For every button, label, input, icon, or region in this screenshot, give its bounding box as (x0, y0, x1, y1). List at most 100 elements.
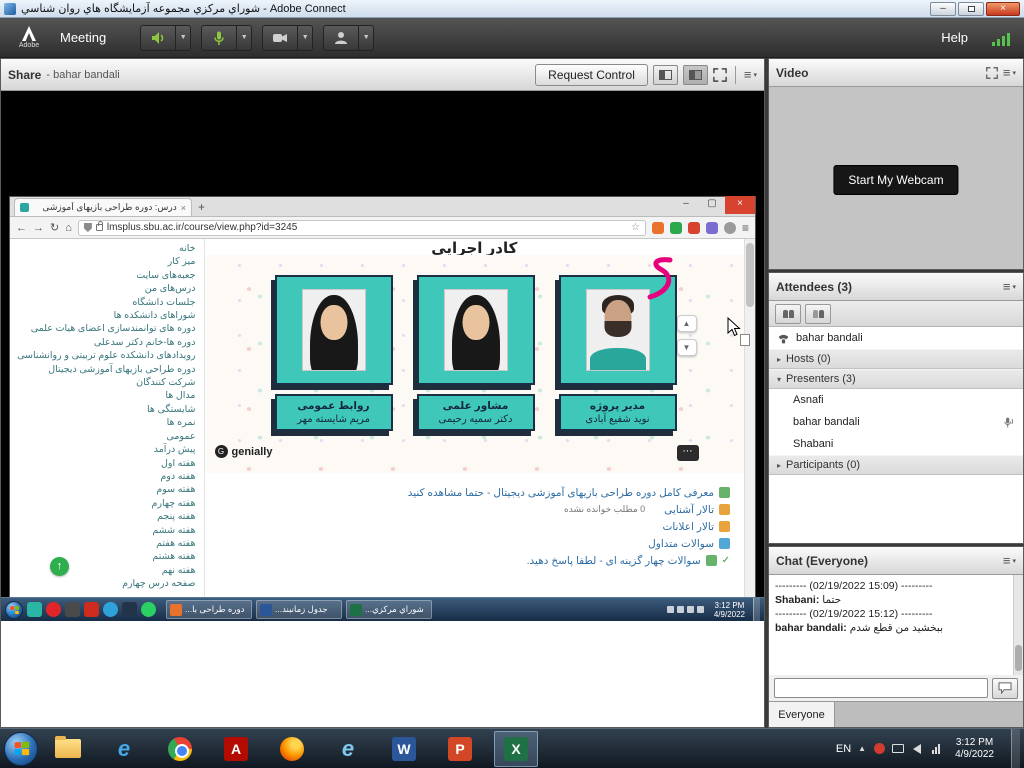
sidebar-link[interactable]: مدال ها (14, 389, 196, 402)
view-original-size-button[interactable] (653, 65, 678, 85)
show-desktop-button[interactable] (1011, 729, 1020, 768)
attendee-view-button[interactable] (775, 304, 801, 324)
taskbar-clock[interactable]: 3:12 PM 4/9/2022 (949, 737, 1000, 761)
sidebar-link[interactable]: هفته هشتم (14, 550, 196, 563)
sidebar-link[interactable]: درس‌های من (14, 282, 196, 295)
activity-link[interactable]: سوالات متداول (648, 538, 714, 550)
browser-tab[interactable]: درس: دوره طراحی بازیهای آموزشی × (14, 198, 192, 216)
pinned-app-icon[interactable] (122, 602, 137, 617)
sidebar-link[interactable]: جلسات دانشگاه (14, 296, 196, 309)
extension-icon[interactable] (652, 222, 664, 234)
browser-close-button[interactable]: × (725, 196, 755, 214)
sidebar-link[interactable]: هفته دوم (14, 470, 196, 483)
telegram-icon[interactable] (103, 602, 118, 617)
browser-taskbar-item[interactable]: e (326, 731, 370, 767)
back-icon[interactable]: ← (16, 222, 27, 234)
fullscreen-button[interactable] (713, 68, 727, 82)
activity-row[interactable]: تالار اعلانات (205, 518, 731, 535)
shared-taskbar-clock[interactable]: 3:12 PM 4/9/2022 (710, 601, 749, 619)
url-text[interactable]: lmsplus.sbu.ac.ir/course/view.php?id=324… (107, 222, 627, 233)
connection-signal-icon[interactable] (992, 30, 1010, 46)
sidebar-link[interactable]: هفته نهم (14, 564, 196, 577)
start-button[interactable] (4, 732, 38, 766)
breakout-view-button[interactable] (805, 304, 831, 324)
chat-pod-options-button[interactable]: ≡▾ (1003, 556, 1016, 566)
video-pod-options-button[interactable]: ≡▾ (1003, 68, 1016, 78)
profile-icon[interactable] (724, 222, 736, 234)
keyboard-icon[interactable] (892, 743, 904, 755)
browser-minimize-button[interactable]: – (673, 196, 699, 214)
back-to-top-button[interactable]: ↑ (50, 557, 69, 576)
sidebar-link[interactable]: هفته ششم (14, 524, 196, 537)
status-dropdown[interactable]: ▼ (359, 25, 374, 51)
microphone-button[interactable] (201, 25, 237, 51)
acrobat-taskbar-item[interactable]: A (214, 731, 258, 767)
hosts-group-row[interactable]: ▸ Hosts (0) (769, 349, 1023, 369)
video-fullscreen-button[interactable] (986, 67, 998, 79)
sidebar-link[interactable]: شوراهای دانشکده ها (14, 309, 196, 322)
sidebar-link[interactable]: هفته چهارم (14, 497, 196, 510)
sidebar-link[interactable]: نمره ها (14, 416, 196, 429)
browser-maximize-button[interactable]: ▢ (699, 196, 725, 214)
dial-in-attendee-row[interactable]: bahar bandali (769, 327, 1023, 349)
sidebar-link[interactable]: خانه (14, 242, 196, 255)
speaker-button[interactable] (140, 25, 176, 51)
extension-icon[interactable] (670, 222, 682, 234)
taskbar-window-button[interactable]: دوره طراحی با... (166, 600, 252, 619)
powerpoint-taskbar-item[interactable]: P (438, 731, 482, 767)
sidebar-link[interactable]: شایستگی ها (14, 403, 196, 416)
sidebar-link[interactable]: هفته اول (14, 457, 196, 470)
address-bar[interactable]: lmsplus.sbu.ac.ir/course/view.php?id=324… (78, 220, 646, 236)
sidebar-link[interactable]: میز کار (14, 255, 196, 268)
presenter-row[interactable]: Asnafi (769, 389, 1023, 411)
restore-button[interactable] (958, 2, 984, 16)
sidebar-link[interactable]: رویدادهای دانشکده علوم تربیتی و روانشناس… (14, 349, 196, 362)
activity-row[interactable]: تالار آشنایی 0 مطلب خوانده نشده (205, 501, 731, 518)
start-webcam-button[interactable]: Start My Webcam (833, 165, 958, 195)
sidebar-link[interactable]: عمومی (14, 430, 196, 443)
participants-group-row[interactable]: ▸ Participants (0) (769, 455, 1023, 475)
speaker-dropdown[interactable]: ▼ (176, 25, 191, 51)
tracking-shield-icon[interactable] (84, 223, 92, 232)
new-tab-button[interactable]: + (198, 200, 205, 214)
chat-scrollbar-thumb[interactable] (1015, 645, 1022, 671)
sidebar-link[interactable]: پیش درآمد (14, 443, 196, 456)
sidebar-link[interactable]: شرکت کنندگان (14, 376, 196, 389)
activity-row[interactable]: معرفی کامل دوره طراحی بازیهای آموزشی دیج… (205, 484, 731, 501)
adobe-reader-icon[interactable] (84, 602, 99, 617)
chat-send-button[interactable] (992, 678, 1018, 699)
sidebar-link[interactable]: دوره طراحی بازیهای آموزشی دیجیتال (14, 363, 196, 376)
share-pod-options-button[interactable]: ≡▾ (744, 70, 757, 80)
attendees-pod-options-button[interactable]: ≡▾ (1003, 282, 1016, 292)
network-icon[interactable] (930, 743, 942, 755)
presenter-row[interactable]: Shabani (769, 433, 1023, 455)
genially-more-button[interactable]: ⋯ (677, 445, 699, 461)
forward-icon[interactable]: → (33, 222, 44, 234)
close-button[interactable]: × (986, 2, 1020, 16)
microphone-dropdown[interactable]: ▼ (237, 25, 252, 51)
genially-logo[interactable]: G genially (215, 445, 273, 458)
home-icon[interactable]: ⌂ (65, 222, 72, 234)
sidebar-link[interactable]: هفته سوم (14, 483, 196, 496)
everyone-tab[interactable]: Everyone (769, 702, 835, 727)
extension-icon[interactable] (706, 222, 718, 234)
taskbar-window-button[interactable]: شوراي مركزي... (346, 600, 432, 619)
chrome-taskbar-item[interactable] (158, 731, 202, 767)
meeting-menu[interactable]: Meeting (60, 30, 106, 45)
hidden-icons-button[interactable]: ▲ (858, 744, 866, 753)
chat-input[interactable] (774, 678, 988, 698)
whatsapp-icon[interactable] (141, 602, 156, 617)
tab-close-icon[interactable]: × (181, 203, 186, 213)
firefox-taskbar-item[interactable] (270, 731, 314, 767)
webcam-dropdown[interactable]: ▼ (298, 25, 313, 51)
taskbar-window-button[interactable]: جدول زمانبند... (256, 600, 342, 619)
sidebar-link[interactable]: هفته پنجم (14, 510, 196, 523)
word-taskbar-item[interactable]: W (382, 731, 426, 767)
chat-scrollbar[interactable] (1013, 575, 1023, 675)
scrollbar-thumb[interactable] (746, 243, 754, 307)
sidebar-link[interactable]: جعبه‌های سایت (14, 269, 196, 282)
pocket-extension-icon[interactable] (688, 222, 700, 234)
pinned-app-icon[interactable] (65, 602, 80, 617)
activity-link[interactable]: معرفی کامل دوره طراحی بازیهای آموزشی دیج… (408, 487, 714, 499)
notification-icon[interactable] (873, 743, 885, 755)
